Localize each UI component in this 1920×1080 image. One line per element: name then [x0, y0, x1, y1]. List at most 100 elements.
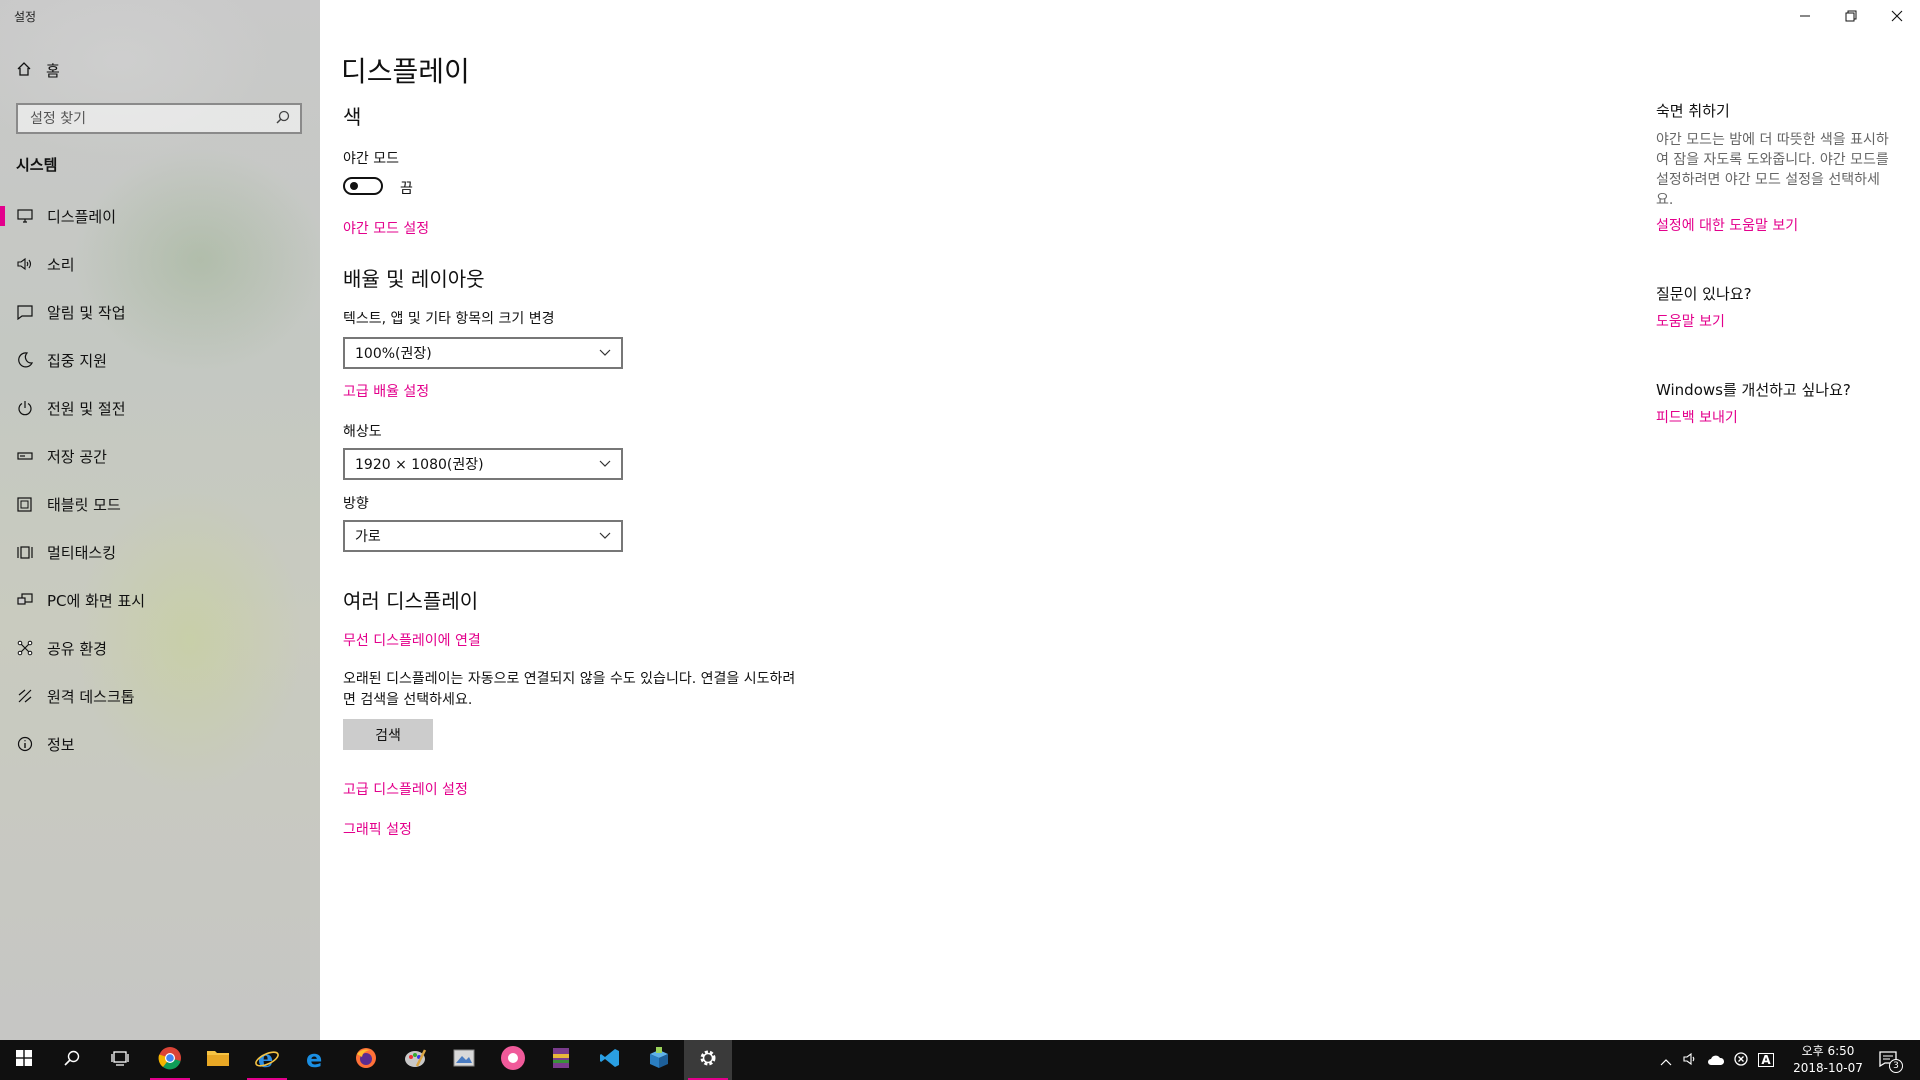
- task-view-button[interactable]: [96, 1040, 144, 1080]
- sidebar-item-project[interactable]: PC에 화면 표시: [0, 576, 320, 624]
- taskbar-edge[interactable]: e: [292, 1040, 340, 1080]
- tray-network-button[interactable]: [1732, 1050, 1750, 1070]
- sidebar-item-power[interactable]: 전원 및 절전: [0, 384, 320, 432]
- toggle-knob: [350, 182, 358, 190]
- sidebar-item-remote-desktop[interactable]: 원격 데스크톱: [0, 672, 320, 720]
- multitasking-icon: [16, 543, 34, 561]
- feedback-heading: Windows를 개선하고 싶나요?: [1656, 381, 1851, 399]
- tray-volume-button[interactable]: [1682, 1050, 1700, 1070]
- settings-search-box[interactable]: [16, 103, 302, 134]
- taskbar-clock[interactable]: 오후 6:50 2018-10-07: [1790, 1043, 1866, 1077]
- taskbar-firefox[interactable]: [342, 1040, 390, 1080]
- storage-icon: [16, 447, 34, 465]
- wireless-display-link[interactable]: 무선 디스플레이에 연결: [343, 630, 481, 650]
- minimize-button[interactable]: [1782, 0, 1828, 32]
- taskbar: e e A 오후 6:50 2018-10-07 3: [0, 1040, 1920, 1080]
- resolution-label: 해상도: [343, 424, 382, 440]
- scale-layout-heading: 배율 및 레이아웃: [343, 267, 485, 291]
- settings-gear-icon: [698, 1048, 718, 1072]
- night-light-toggle[interactable]: [343, 177, 383, 195]
- action-center-icon: 3: [1879, 1051, 1903, 1073]
- sidebar-item-label: 집중 지원: [47, 351, 107, 370]
- taskbar-paint-app[interactable]: [391, 1040, 439, 1080]
- tray-onedrive-button[interactable]: [1706, 1050, 1726, 1070]
- taskbar-search-button[interactable]: [48, 1040, 96, 1080]
- action-center-button[interactable]: 3: [1874, 1050, 1904, 1073]
- start-button[interactable]: [0, 1040, 48, 1080]
- night-light-settings-link[interactable]: 야간 모드 설정: [343, 218, 429, 238]
- tray-overflow-button[interactable]: [1658, 1050, 1674, 1070]
- sidebar-item-label: 멀티태스킹: [47, 543, 117, 562]
- share-icon: [16, 639, 34, 657]
- chevron-down-icon: [599, 528, 611, 544]
- taskbar-internet-explorer[interactable]: e: [243, 1040, 291, 1080]
- app-title: 설정: [14, 10, 37, 24]
- power-icon: [16, 399, 34, 417]
- chevron-up-icon: [1660, 1051, 1672, 1070]
- sleep-help-link[interactable]: 설정에 대한 도움말 보기: [1656, 215, 1798, 235]
- speaker-icon: [16, 255, 34, 273]
- sidebar-item-label: 공유 환경: [47, 639, 107, 658]
- sidebar-item-sound[interactable]: 소리: [0, 240, 320, 288]
- sidebar-item-notifications[interactable]: 알림 및 작업: [0, 288, 320, 336]
- sidebar-item-tablet-mode[interactable]: 태블릿 모드: [0, 480, 320, 528]
- close-button[interactable]: [1874, 0, 1920, 32]
- sidebar-item-label: 전원 및 절전: [47, 399, 126, 418]
- sidebar-item-label: 디스플레이: [47, 207, 117, 226]
- detect-button[interactable]: 검색: [343, 719, 433, 750]
- info-icon: [16, 735, 34, 753]
- settings-search-input[interactable]: [28, 109, 276, 128]
- winrar-icon: [550, 1046, 572, 1074]
- scale-dropdown[interactable]: 100%(권장): [343, 337, 623, 369]
- chrome-icon: [157, 1045, 183, 1075]
- internet-explorer-icon: e: [254, 1044, 280, 1075]
- sleep-text: 야간 모드는 밤에 더 따뜻한 색을 표시하여 잠을 자도록 도와줍니다. 야간…: [1656, 132, 1889, 208]
- taskbar-pink-app[interactable]: [489, 1040, 537, 1080]
- night-light-label: 야간 모드: [343, 151, 399, 167]
- section-title: 시스템: [16, 156, 58, 174]
- sidebar: 설정 홈 시스템 디스플레이: [0, 0, 320, 1040]
- remote-desktop-icon: [16, 687, 34, 705]
- resolution-dropdown[interactable]: 1920 × 1080(권장): [343, 448, 623, 480]
- taskbar-package-app[interactable]: [635, 1040, 683, 1080]
- windows-start-icon: [16, 1050, 32, 1070]
- restore-button[interactable]: [1828, 0, 1874, 32]
- taskbar-settings[interactable]: [684, 1040, 732, 1080]
- graphics-settings-link[interactable]: 그래픽 설정: [343, 819, 412, 839]
- night-light-state: 끔: [400, 181, 413, 197]
- search-icon: [64, 1050, 80, 1070]
- give-feedback-link[interactable]: 피드백 보내기: [1656, 407, 1738, 427]
- sidebar-item-shared-experiences[interactable]: 공유 환경: [0, 624, 320, 672]
- tablet-icon: [16, 495, 34, 513]
- taskbar-visual-studio[interactable]: [586, 1040, 634, 1080]
- sidebar-item-label: 태블릿 모드: [47, 495, 121, 514]
- taskbar-photos-app[interactable]: [440, 1040, 488, 1080]
- project-icon: [16, 591, 34, 609]
- question-heading: 질문이 있나요?: [1656, 285, 1752, 303]
- sidebar-item-focus-assist[interactable]: 집중 지원: [0, 336, 320, 384]
- search-icon[interactable]: [276, 109, 290, 128]
- chevron-down-icon: [599, 456, 611, 472]
- scale-label: 텍스트, 앱 및 기타 항목의 크기 변경: [343, 311, 555, 327]
- sidebar-item-about[interactable]: 정보: [0, 720, 320, 768]
- page-title: 디스플레이: [341, 55, 470, 88]
- sidebar-item-display[interactable]: 디스플레이: [0, 192, 320, 240]
- photos-app-icon: [452, 1047, 476, 1073]
- orientation-dropdown[interactable]: 가로: [343, 520, 623, 552]
- taskbar-chrome[interactable]: [146, 1040, 194, 1080]
- advanced-scaling-link[interactable]: 고급 배율 설정: [343, 381, 429, 401]
- sleep-heading: 숙면 취하기: [1656, 102, 1730, 120]
- sidebar-item-multitasking[interactable]: 멀티태스킹: [0, 528, 320, 576]
- firefox-icon: [354, 1046, 378, 1074]
- get-help-link[interactable]: 도움말 보기: [1656, 311, 1725, 331]
- sidebar-item-storage[interactable]: 저장 공간: [0, 432, 320, 480]
- taskbar-file-explorer[interactable]: [194, 1040, 242, 1080]
- system-nav-list: 디스플레이 소리 알림 및 작업 집중 지원 전원 및 절전 저장 공간 태블릿…: [0, 192, 320, 768]
- moon-icon: [16, 351, 34, 369]
- tray-ime-indicator[interactable]: A: [1757, 1050, 1775, 1070]
- taskbar-winrar[interactable]: [537, 1040, 585, 1080]
- advanced-display-settings-link[interactable]: 고급 디스플레이 설정: [343, 779, 468, 799]
- home-nav-item[interactable]: 홈: [16, 60, 60, 81]
- sidebar-item-label: 소리: [47, 255, 75, 274]
- orientation-value: 가로: [355, 529, 381, 545]
